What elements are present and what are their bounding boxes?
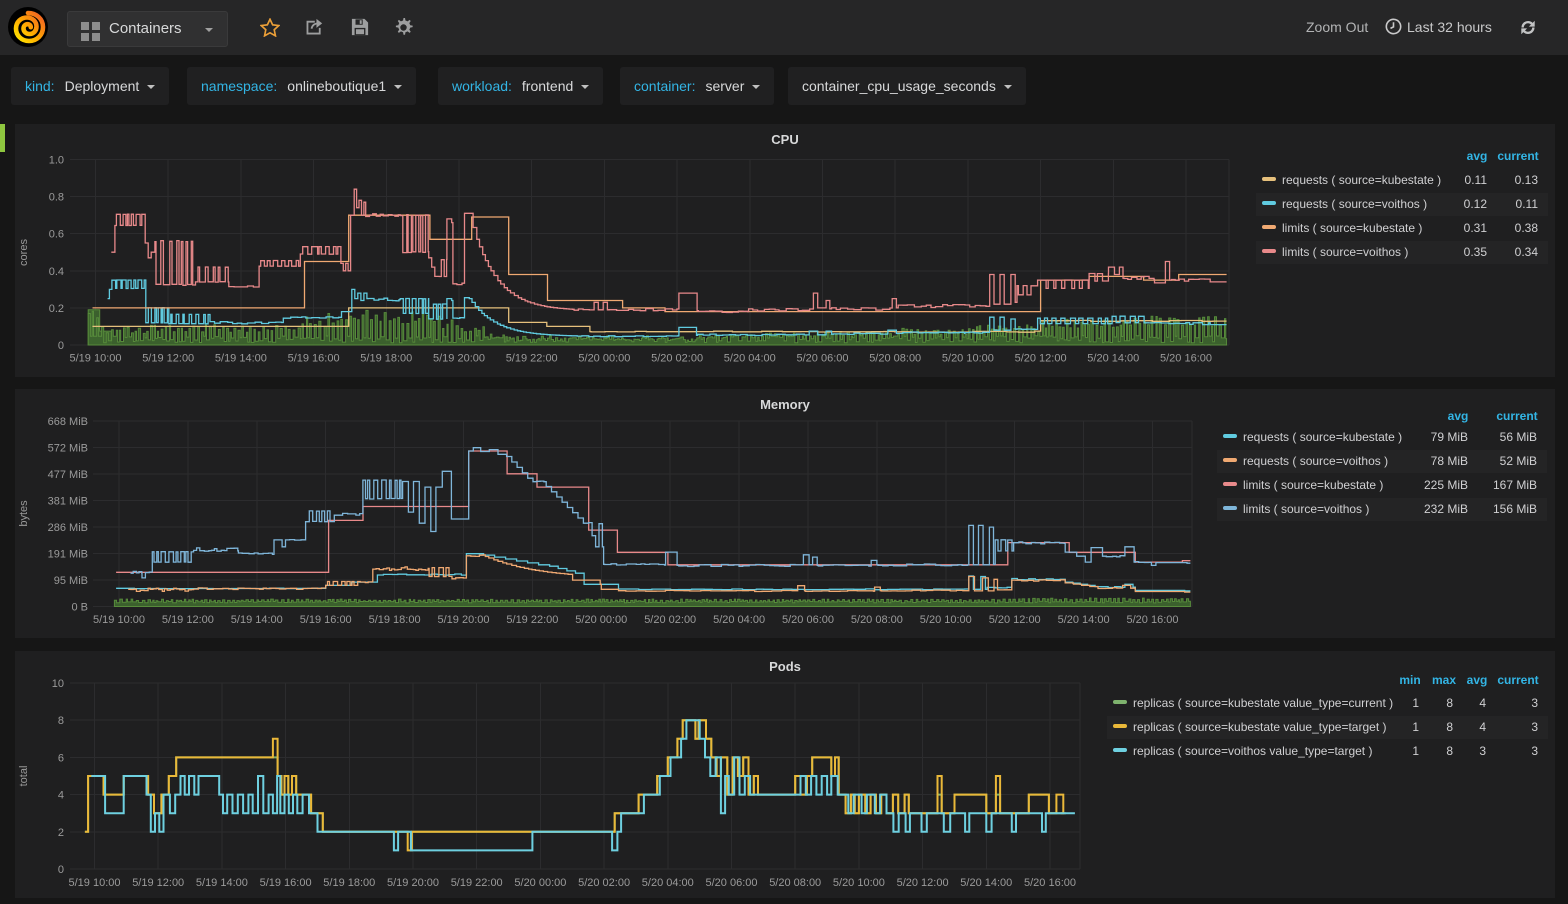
svg-text:0.4: 0.4 [49, 266, 64, 278]
svg-text:0: 0 [58, 340, 64, 352]
svg-text:5/20 14:00: 5/20 14:00 [960, 877, 1012, 889]
svg-text:5/19 12:00: 5/19 12:00 [132, 877, 184, 889]
svg-text:5/20 08:00: 5/20 08:00 [851, 614, 903, 626]
svg-text:5/19 18:00: 5/19 18:00 [323, 877, 375, 889]
svg-text:477 MiB: 477 MiB [48, 469, 88, 481]
svg-text:5/19 22:00: 5/19 22:00 [451, 877, 503, 889]
svg-text:5/20 16:00: 5/20 16:00 [1127, 614, 1179, 626]
svg-text:5/19 22:00: 5/19 22:00 [506, 353, 558, 365]
svg-text:6: 6 [58, 752, 64, 764]
svg-text:5/20 00:00: 5/20 00:00 [578, 353, 630, 365]
svg-text:286 MiB: 286 MiB [48, 522, 88, 534]
svg-text:5/19 20:00: 5/19 20:00 [433, 353, 485, 365]
svg-text:0.2: 0.2 [49, 303, 64, 315]
svg-text:total: total [18, 766, 30, 787]
svg-text:5/19 10:00: 5/19 10:00 [69, 877, 121, 889]
svg-text:5/20 08:00: 5/20 08:00 [869, 353, 921, 365]
svg-text:5/20 04:00: 5/20 04:00 [724, 353, 776, 365]
svg-text:5/20 06:00: 5/20 06:00 [782, 614, 834, 626]
svg-text:5/19 12:00: 5/19 12:00 [142, 353, 194, 365]
svg-text:5/20 08:00: 5/20 08:00 [769, 877, 821, 889]
svg-text:5/19 10:00: 5/19 10:00 [93, 614, 145, 626]
svg-text:5/19 16:00: 5/19 16:00 [300, 614, 352, 626]
svg-text:5/20 12:00: 5/20 12:00 [897, 877, 949, 889]
svg-text:5/20 10:00: 5/20 10:00 [920, 614, 972, 626]
svg-text:5/20 12:00: 5/20 12:00 [1015, 353, 1067, 365]
svg-text:4: 4 [58, 790, 64, 802]
svg-text:5/19 10:00: 5/19 10:00 [70, 353, 122, 365]
svg-text:5/20 16:00: 5/20 16:00 [1024, 877, 1076, 889]
svg-text:5/20 10:00: 5/20 10:00 [942, 353, 994, 365]
svg-text:5/19 14:00: 5/19 14:00 [231, 614, 283, 626]
svg-text:0: 0 [58, 864, 64, 876]
svg-text:668 MiB: 668 MiB [48, 416, 88, 428]
svg-text:5/20 02:00: 5/20 02:00 [651, 353, 703, 365]
svg-text:0.8: 0.8 [49, 192, 64, 204]
svg-text:5/20 06:00: 5/20 06:00 [706, 877, 758, 889]
svg-text:5/20 04:00: 5/20 04:00 [713, 614, 765, 626]
svg-text:5/19 12:00: 5/19 12:00 [162, 614, 214, 626]
svg-text:5/20 02:00: 5/20 02:00 [644, 614, 696, 626]
svg-text:5/19 20:00: 5/19 20:00 [438, 614, 490, 626]
svg-text:5/20 04:00: 5/20 04:00 [642, 877, 694, 889]
svg-text:5/19 14:00: 5/19 14:00 [196, 877, 248, 889]
svg-text:8: 8 [58, 715, 64, 727]
svg-text:2: 2 [58, 827, 64, 839]
svg-text:5/20 02:00: 5/20 02:00 [578, 877, 630, 889]
svg-text:5/19 22:00: 5/19 22:00 [506, 614, 558, 626]
svg-text:0 B: 0 B [71, 602, 88, 614]
svg-text:10: 10 [52, 678, 64, 690]
svg-text:bytes: bytes [18, 500, 30, 527]
svg-text:5/20 16:00: 5/20 16:00 [1160, 353, 1212, 365]
svg-text:5/19 16:00: 5/19 16:00 [288, 353, 340, 365]
svg-text:5/20 14:00: 5/20 14:00 [1058, 614, 1110, 626]
svg-text:0.6: 0.6 [49, 229, 64, 241]
svg-text:5/19 16:00: 5/19 16:00 [260, 877, 312, 889]
svg-text:5/19 18:00: 5/19 18:00 [369, 614, 421, 626]
svg-text:cores: cores [18, 239, 30, 266]
svg-text:572 MiB: 572 MiB [48, 443, 88, 455]
svg-text:5/19 14:00: 5/19 14:00 [215, 353, 267, 365]
svg-text:191 MiB: 191 MiB [48, 549, 88, 561]
svg-text:5/20 10:00: 5/20 10:00 [833, 877, 885, 889]
svg-text:5/20 00:00: 5/20 00:00 [575, 614, 627, 626]
svg-text:1.0: 1.0 [49, 155, 64, 167]
svg-text:5/19 18:00: 5/19 18:00 [360, 353, 412, 365]
svg-text:95 MiB: 95 MiB [54, 575, 88, 587]
svg-text:381 MiB: 381 MiB [48, 496, 88, 508]
svg-text:5/19 20:00: 5/19 20:00 [387, 877, 439, 889]
svg-text:5/20 12:00: 5/20 12:00 [989, 614, 1041, 626]
svg-text:5/20 14:00: 5/20 14:00 [1087, 353, 1139, 365]
svg-text:5/20 00:00: 5/20 00:00 [514, 877, 566, 889]
svg-text:5/20 06:00: 5/20 06:00 [797, 353, 849, 365]
